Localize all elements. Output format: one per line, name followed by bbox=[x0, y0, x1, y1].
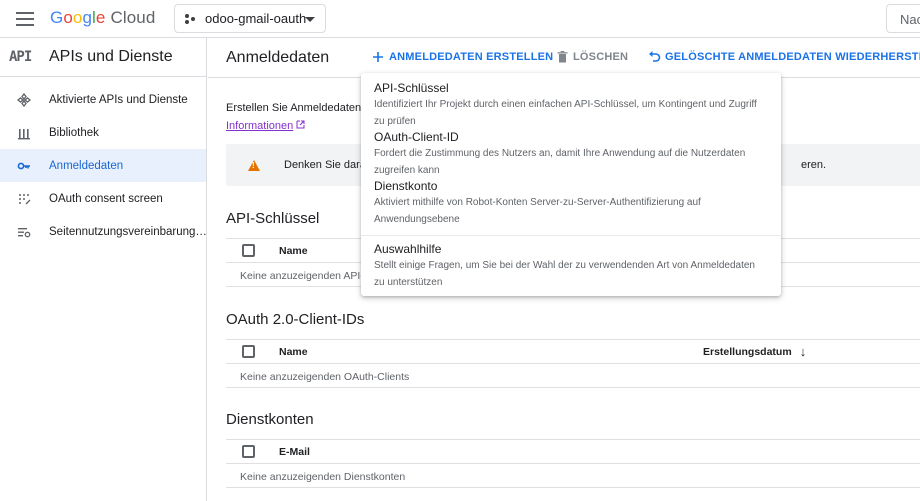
google-cloud-logo[interactable]: Google Cloud bbox=[50, 8, 155, 28]
page-usage-agreement-icon bbox=[17, 225, 31, 239]
more-info-link[interactable]: Informationen bbox=[226, 118, 305, 134]
plus-icon bbox=[373, 52, 383, 62]
chevron-down-icon bbox=[305, 17, 315, 22]
arrow-down-icon: ↓ bbox=[799, 344, 807, 359]
oauth-clients-title: OAuth 2.0-Client-IDs bbox=[226, 311, 365, 328]
table-header: E-Mail bbox=[226, 439, 920, 464]
empty-row: Keine anzuzeigenden OAuth-Clients bbox=[226, 364, 920, 388]
menu-item-api-key[interactable]: API-Schlüssel Identifiziert Ihr Projekt … bbox=[361, 81, 781, 130]
column-creation-date[interactable]: Erstellungsdatum ↓ bbox=[703, 344, 806, 359]
sidebar-title: APIs und Dienste bbox=[49, 48, 173, 65]
sidebar-item-enabled-apis[interactable]: Aktivierte APIs und Dienste bbox=[0, 83, 206, 116]
menu-item-oauth-client-id[interactable]: OAuth-Client-ID Fordert die Zustimmung d… bbox=[361, 130, 781, 179]
table-header: Name Erstellungsdatum ↓ bbox=[226, 339, 920, 364]
empty-row: Keine anzuzeigenden Dienstkonten bbox=[226, 464, 920, 488]
project-name: odoo-gmail-oauth bbox=[205, 11, 307, 26]
menu-item-service-account[interactable]: Dienstkonto Aktiviert mithilfe von Robot… bbox=[361, 179, 781, 228]
column-name[interactable]: Name bbox=[279, 346, 308, 358]
select-all-checkbox[interactable] bbox=[242, 244, 255, 257]
select-all-checkbox[interactable] bbox=[242, 445, 255, 458]
search-input[interactable]: Nac bbox=[886, 4, 920, 33]
create-credentials-menu: API-Schlüssel Identifiziert Ihr Projekt … bbox=[361, 73, 781, 296]
menu-divider bbox=[361, 235, 781, 236]
oauth-clients-table: Name Erstellungsdatum ↓ Keine anzuzeigen… bbox=[226, 339, 920, 388]
delete-button[interactable]: LÖSCHEN bbox=[557, 51, 628, 63]
sidebar-item-oauth-consent[interactable]: OAuth consent screen bbox=[0, 182, 206, 215]
sidebar-item-page-usage[interactable]: Seitennutzungsvereinbarung… bbox=[0, 215, 206, 248]
library-icon bbox=[17, 126, 31, 140]
trash-icon bbox=[557, 51, 568, 63]
sidebar-item-library[interactable]: Bibliothek bbox=[0, 116, 206, 149]
create-credentials-button[interactable]: ANMELDEDATEN ERSTELLEN bbox=[372, 51, 553, 63]
select-all-checkbox[interactable] bbox=[242, 345, 255, 358]
sidebar-item-credentials[interactable]: Anmeldedaten bbox=[0, 149, 206, 182]
intro-text: Erstellen Sie Anmeldedaten, Informatione… bbox=[226, 102, 365, 134]
project-icon bbox=[185, 13, 197, 25]
action-bar: Anmeldedaten ANMELDEDATEN ERSTELLEN LÖSC… bbox=[208, 38, 920, 78]
apis-services-icon bbox=[17, 92, 31, 107]
api-badge-icon: API bbox=[9, 49, 32, 65]
restore-deleted-credentials-button[interactable]: GELÖSCHTE ANMELDEDATEN WIEDERHERSTELLEN bbox=[648, 51, 920, 63]
warning-icon bbox=[248, 159, 260, 171]
external-link-icon bbox=[296, 120, 305, 129]
consent-screen-icon bbox=[17, 192, 31, 206]
page-title: Anmeldedaten bbox=[226, 49, 330, 66]
column-email[interactable]: E-Mail bbox=[279, 446, 310, 458]
service-accounts-table: E-Mail Keine anzuzeigenden Dienstkonten bbox=[226, 439, 920, 488]
service-accounts-title: Dienstkonten bbox=[226, 411, 314, 428]
top-bar: Google Cloud odoo-gmail-oauth Nac bbox=[0, 0, 920, 38]
column-name[interactable]: Name bbox=[279, 245, 308, 257]
project-selector[interactable]: odoo-gmail-oauth bbox=[174, 4, 326, 33]
sidebar: API APIs und Dienste Aktivierte APIs und… bbox=[0, 38, 207, 501]
main-menu-icon[interactable] bbox=[16, 12, 34, 26]
undo-icon bbox=[649, 51, 661, 62]
api-keys-title: API-Schlüssel bbox=[226, 210, 320, 227]
menu-item-selection-helper[interactable]: Auswahlhilfe Stellt einige Fragen, um Si… bbox=[361, 242, 781, 291]
key-icon bbox=[17, 159, 31, 173]
sidebar-header: API APIs und Dienste bbox=[0, 38, 206, 77]
